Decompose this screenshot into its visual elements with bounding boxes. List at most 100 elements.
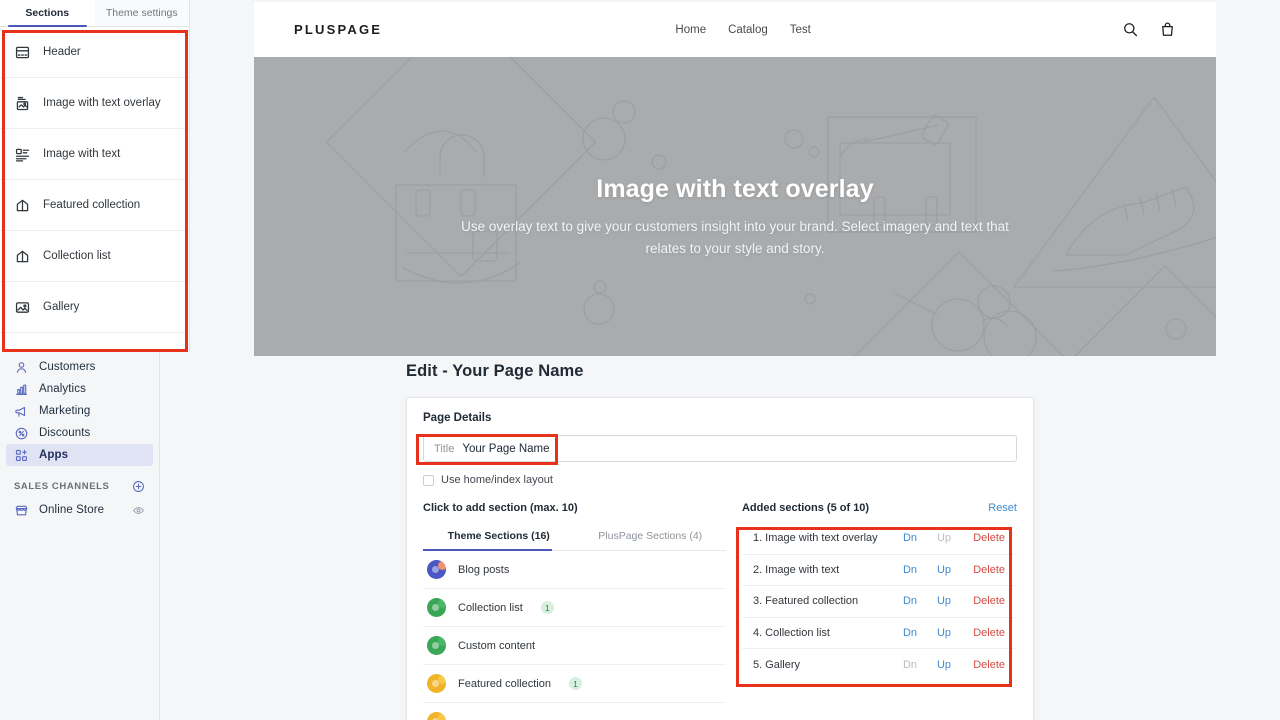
section-item-image-with-text[interactable]: Image with text	[0, 129, 189, 180]
sidebar-item-label: Marketing	[39, 405, 90, 417]
apps-icon	[14, 448, 29, 463]
search-icon[interactable]	[1122, 21, 1139, 38]
sidebar-item-customers[interactable]: Customers	[6, 356, 153, 378]
reset-button[interactable]: Reset	[988, 502, 1017, 514]
section-thumbnail-icon	[427, 674, 446, 693]
theme-section-row[interactable]: Featured collection 1	[423, 665, 726, 703]
move-down-button[interactable]: Dn	[893, 564, 927, 576]
title-input-value: Your Page Name	[462, 443, 549, 455]
add-section-tabs: Theme Sections (16) PlusPage Sections (4…	[423, 523, 726, 551]
theme-section-row[interactable]: Custom content	[423, 627, 726, 665]
move-down-button[interactable]: Dn	[893, 595, 927, 607]
store-nav-catalog[interactable]: Catalog	[728, 24, 768, 36]
section-item-collection-list[interactable]: Collection list	[0, 231, 189, 282]
move-up-button: Up	[927, 532, 961, 544]
section-item-label: Image with text overlay	[43, 97, 161, 109]
added-sections-list: 1. Image with text overlayDnUpDelete2. I…	[742, 523, 1017, 681]
added-section-row: 5. GalleryDnUpDelete	[742, 649, 1017, 681]
storefront-preview: PLUSPAGE HomeCatalogTest	[254, 2, 1216, 356]
admin-nav-list: Customers Analytics Marketing DiscountsApps	[0, 356, 159, 466]
section-item-header[interactable]: Header	[0, 27, 189, 78]
store-nav-home[interactable]: Home	[675, 24, 706, 36]
section-item-gallery[interactable]: Gallery	[0, 282, 189, 333]
move-up-button[interactable]: Up	[927, 659, 961, 671]
storefront-actions	[1122, 21, 1176, 38]
delete-button[interactable]: Delete	[961, 627, 1005, 639]
sidebar-item-online-store[interactable]: Online Store	[6, 499, 153, 521]
sidebar-item-label: Analytics	[39, 383, 86, 395]
hero-copy: Image with text overlay Use overlay text…	[254, 175, 1216, 261]
delete-button[interactable]: Delete	[961, 595, 1005, 607]
sales-channels-label: SALES CHANNELS	[14, 481, 110, 492]
move-down-button[interactable]: Dn	[893, 627, 927, 639]
section-item-label: Gallery	[43, 301, 79, 313]
tab-theme-sections-label: Theme Sections (16)	[448, 530, 550, 542]
tab-sections[interactable]: Sections	[0, 0, 95, 26]
delete-button[interactable]: Delete	[961, 564, 1005, 576]
sections-list: Header Image with text overlay Image with …	[0, 27, 189, 333]
theme-section-row[interactable]	[423, 703, 726, 720]
sidebar-item-apps[interactable]: Apps	[6, 444, 153, 466]
theme-section-label: Custom content	[458, 640, 535, 652]
analytics-icon	[14, 382, 29, 397]
header-layout-icon	[14, 44, 31, 61]
store-nav-test[interactable]: Test	[790, 24, 811, 36]
home-layout-checkbox-row[interactable]: Use home/index layout	[423, 474, 1017, 486]
customers-icon	[14, 360, 29, 375]
eye-icon[interactable]	[132, 504, 145, 517]
section-item-image-with-text-overlay[interactable]: Image with text overlay	[0, 78, 189, 129]
delete-button[interactable]: Delete	[961, 659, 1005, 671]
section-item-label: Image with text	[43, 148, 120, 160]
add-section-heading: Click to add section (max. 10)	[423, 502, 726, 514]
storefront-nav: Home Catalog Test	[675, 24, 810, 36]
move-down-button[interactable]: Dn	[893, 532, 927, 544]
marketing-icon	[14, 404, 29, 419]
sidebar-item-discounts[interactable]: Discounts	[6, 422, 153, 444]
move-up-button[interactable]: Up	[927, 564, 961, 576]
storefront-header: PLUSPAGE HomeCatalogTest	[254, 2, 1216, 57]
added-section-label: 4. Collection list	[753, 627, 893, 639]
added-sections-heading: Added sections (5 of 10) Reset	[742, 502, 1017, 514]
section-item-label: Featured collection	[43, 199, 140, 211]
added-section-label: 3. Featured collection	[753, 595, 893, 607]
section-count-badge: 1	[541, 601, 554, 614]
title-input[interactable]: Title Your Page Name	[423, 435, 1017, 462]
section-count-badge: 1	[569, 677, 582, 690]
page-editor: Edit - Your Page Name Page Details Title…	[160, 360, 1280, 720]
sales-channels-list: Online Store	[0, 499, 159, 521]
sidebar-item-marketing[interactable]: Marketing	[6, 400, 153, 422]
theme-section-row[interactable]: Blog posts	[423, 551, 726, 589]
tab-theme-sections[interactable]: Theme Sections (16)	[423, 523, 574, 550]
section-item-featured-collection[interactable]: Featured collection	[0, 180, 189, 231]
collection-icon	[14, 197, 31, 214]
editor-columns: Click to add section (max. 10) Theme Sec…	[423, 502, 1017, 720]
theme-section-label: Featured collection	[458, 678, 551, 690]
hero-subtitle: Use overlay text to give your customers …	[455, 216, 1015, 261]
theme-section-label: Blog posts	[458, 564, 509, 576]
delete-button[interactable]: Delete	[961, 532, 1005, 544]
tab-theme-settings[interactable]: Theme settings	[95, 0, 190, 26]
shopping-bag-icon[interactable]	[1159, 21, 1176, 38]
move-down-button: Dn	[893, 659, 927, 671]
tab-pluspage-sections[interactable]: PlusPage Sections (4)	[574, 523, 725, 550]
added-section-label: 2. Image with text	[753, 564, 893, 576]
collection-icon	[14, 248, 31, 265]
section-thumbnail-icon	[427, 598, 446, 617]
page-details-heading: Page Details	[423, 412, 1017, 424]
theme-sections-list: Blog posts Collection list1 Custom content…	[423, 551, 726, 720]
theme-section-row[interactable]: Collection list1	[423, 589, 726, 627]
image-text-icon	[14, 146, 31, 163]
preview-wrapper: PLUSPAGE HomeCatalogTest	[240, 0, 1232, 360]
sidebar-item-label: Online Store	[39, 504, 104, 516]
section-thumbnail-icon	[427, 712, 446, 720]
home-layout-checkbox[interactable]	[423, 475, 434, 486]
tab-pluspage-sections-label: PlusPage Sections (4)	[598, 530, 702, 542]
gallery-icon	[14, 299, 31, 316]
added-sections-heading-label: Added sections (5 of 10)	[742, 502, 869, 514]
sidebar-item-analytics[interactable]: Analytics	[6, 378, 153, 400]
added-section-label: 1. Image with text overlay	[753, 532, 893, 544]
plus-circle-icon[interactable]	[132, 480, 145, 493]
image-text-overlay-icon	[14, 95, 31, 112]
move-up-button[interactable]: Up	[927, 627, 961, 639]
move-up-button[interactable]: Up	[927, 595, 961, 607]
